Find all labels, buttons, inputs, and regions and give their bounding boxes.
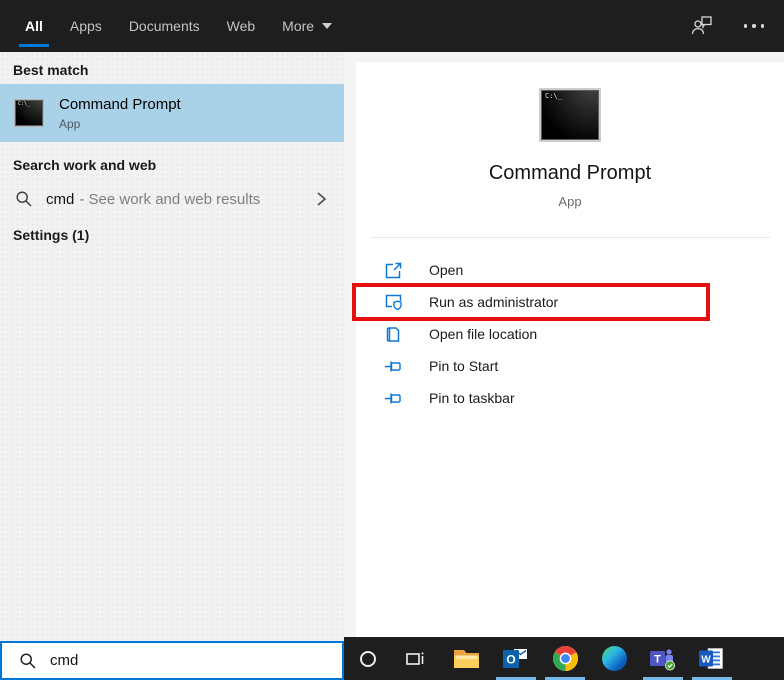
tab-web[interactable]: Web bbox=[215, 0, 268, 52]
search-filter-bar: All Apps Documents Web More bbox=[0, 0, 784, 52]
action-open-file-location[interactable]: Open file location bbox=[356, 318, 784, 350]
file-explorer-icon bbox=[453, 647, 480, 670]
filter-tabs: All Apps Documents Web More bbox=[13, 0, 347, 52]
task-view-button[interactable] bbox=[395, 637, 435, 680]
action-open[interactable]: Open bbox=[356, 254, 784, 286]
chevron-right-icon bbox=[315, 190, 327, 208]
action-pin-to-taskbar[interactable]: Pin to taskbar bbox=[356, 382, 784, 414]
preview-panel: C:\_ Command Prompt App Open Run as admi… bbox=[356, 62, 784, 637]
pin-icon bbox=[384, 389, 403, 408]
web-search-result[interactable]: cmd - See work and web results bbox=[0, 179, 344, 219]
result-title: Command Prompt bbox=[59, 96, 181, 113]
teams-button[interactable]: T bbox=[643, 637, 683, 680]
context-actions: Open Run as administrator Open file loca… bbox=[356, 254, 784, 414]
outlook-icon: O bbox=[503, 647, 529, 671]
search-results-panel: Best match C:\_ Command Prompt App Searc… bbox=[0, 52, 344, 641]
settings-header: Settings (1) bbox=[13, 227, 89, 243]
best-match-result-command-prompt[interactable]: C:\_ Command Prompt App bbox=[0, 84, 344, 142]
teams-icon: T bbox=[650, 647, 676, 671]
admin-shield-icon bbox=[384, 293, 403, 312]
edge-button[interactable] bbox=[594, 637, 634, 680]
word-button[interactable]: W bbox=[692, 637, 732, 680]
cortana-button[interactable] bbox=[348, 637, 388, 680]
best-match-header: Best match bbox=[13, 62, 88, 78]
file-explorer-button[interactable] bbox=[446, 637, 486, 680]
task-view-icon bbox=[403, 647, 427, 671]
divider bbox=[370, 237, 770, 238]
search-input-value: cmd bbox=[50, 652, 78, 669]
tab-all[interactable]: All bbox=[13, 0, 55, 52]
topbar-actions bbox=[690, 0, 765, 52]
action-pin-to-start[interactable]: Pin to Start bbox=[356, 350, 784, 382]
word-icon: W bbox=[699, 647, 725, 671]
command-prompt-icon: C:\_ bbox=[14, 99, 44, 127]
result-subtitle: App bbox=[59, 117, 181, 131]
chevron-down-icon bbox=[322, 23, 332, 29]
edge-icon bbox=[602, 646, 627, 671]
outlook-button[interactable]: O bbox=[496, 637, 536, 680]
more-options-icon[interactable] bbox=[744, 24, 765, 28]
chrome-button[interactable] bbox=[545, 637, 585, 680]
preview-subtitle: App bbox=[356, 194, 784, 209]
open-window-icon bbox=[384, 261, 403, 280]
windows-search-flyout: All Apps Documents Web More Best match C… bbox=[0, 0, 784, 680]
web-search-query: cmd bbox=[46, 191, 74, 208]
tab-documents[interactable]: Documents bbox=[117, 0, 212, 52]
taskbar: O T bbox=[344, 637, 784, 680]
cortana-icon bbox=[360, 651, 376, 667]
feedback-icon[interactable] bbox=[690, 15, 714, 37]
svg-text:T: T bbox=[654, 653, 661, 665]
web-search-suffix: - See work and web results bbox=[79, 191, 260, 208]
web-search-header: Search work and web bbox=[13, 157, 156, 173]
search-icon bbox=[15, 190, 33, 208]
folder-location-icon bbox=[384, 325, 403, 344]
taskbar-search-input[interactable]: cmd bbox=[0, 641, 344, 680]
svg-text:W: W bbox=[701, 654, 711, 665]
preview-title: Command Prompt bbox=[356, 162, 784, 185]
svg-text:O: O bbox=[506, 652, 515, 666]
chrome-icon bbox=[553, 646, 578, 671]
action-run-as-administrator[interactable]: Run as administrator bbox=[356, 286, 784, 318]
tab-more[interactable]: More bbox=[270, 0, 344, 52]
search-icon bbox=[19, 652, 37, 670]
tab-apps[interactable]: Apps bbox=[58, 0, 114, 52]
pin-icon bbox=[384, 357, 403, 376]
command-prompt-icon-large: C:\_ bbox=[539, 88, 601, 142]
